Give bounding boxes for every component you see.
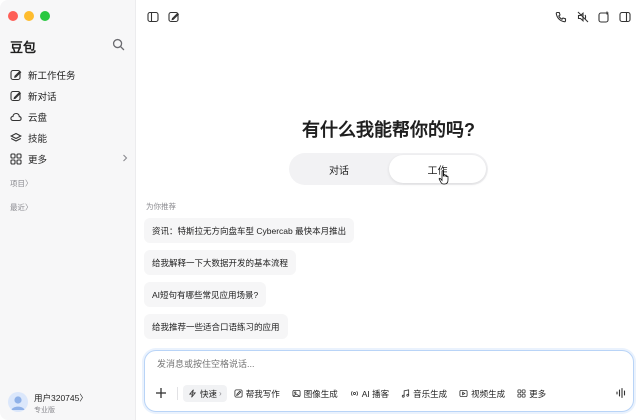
music-gen-tool-button[interactable]: 音乐生成 [396,385,452,402]
tool-label: 音乐生成 [413,388,448,399]
sidebar-nav: 新工作任务 新对话 云盘 技能 更多 [8,64,130,169]
recommendation-item[interactable]: 给我解释一下大数据开发的基本流程 [144,250,297,275]
user-profile[interactable]: 用户320745〉 专业版 [6,388,132,418]
grid-icon [517,389,526,398]
message-composer: 快速 › 帮我写作 图像生成 [144,350,634,412]
recent-section-toggle[interactable]: 最近〉 [10,202,33,213]
write-tool-button[interactable]: 帮我写作 [229,385,285,402]
podcast-icon [350,391,358,396]
sidebar-item-label: 更多 [28,154,48,166]
sidebar-item-label: 新工作任务 [28,70,76,82]
app-window: 豆包 新工作任务 新对话 云盘 技能 更多 项目〉 最近〉 用户320745〉 … [0,0,640,420]
mode-toggle: 对话 工作 [289,153,488,185]
tool-label: 图像生成 [303,388,338,399]
tool-label: 视频生成 [471,388,506,399]
tool-label: AI 播客 [361,388,390,399]
recommendation-item[interactable]: AI短句有哪些常见应用场景? [144,282,267,307]
image-icon [292,389,301,398]
sidebar-item-label: 新对话 [28,91,57,103]
sidebar-item-label: 技能 [28,133,48,145]
new-chat-icon [10,90,22,101]
image-gen-tool-button[interactable]: 图像生成 [287,385,343,402]
layers-icon [10,132,22,142]
recommendation-item[interactable]: 资讯：特斯拉无方向盘车型 Cybercab 最快本月推出 [144,218,355,243]
grid-icon [10,152,22,165]
bolt-icon [188,389,197,398]
new-window-icon[interactable] [598,11,610,23]
sidebar-item-cloud[interactable]: 云盘 [8,106,130,127]
phone-icon[interactable] [555,11,567,23]
write-icon [234,389,243,398]
tool-label: 更多 [529,388,547,399]
hand-cursor-icon [438,170,449,185]
chevron-right-icon [123,154,128,162]
recommendation-item[interactable]: 给我推荐一些适合口语练习的应用 [144,314,288,339]
sidebar-item-skills[interactable]: 技能 [8,127,130,148]
user-avatar-icon [11,396,25,410]
tab-chat[interactable]: 对话 [291,155,387,183]
tool-label: 快速 [200,388,218,399]
sidebar: 豆包 新工作任务 新对话 云盘 技能 更多 项目〉 最近〉 用户320745〉 … [0,0,136,420]
main-area: 有什么我能帮你的吗? 对话 工作 为你推荐 资讯：特斯拉无方向盘车型 Cyber… [137,0,640,420]
sidebar-toggle-icon[interactable] [147,11,159,23]
maximize-window-button[interactable] [40,11,50,21]
page-title: 有什么我能帮你的吗? [302,120,475,140]
edit-task-icon [10,69,22,80]
message-input[interactable] [157,359,557,369]
user-plan: 专业版 [34,407,55,414]
split-view-icon[interactable] [619,11,631,23]
new-chat-icon[interactable] [168,11,180,23]
avatar [8,392,28,412]
mute-icon[interactable] [577,11,589,23]
window-controls [8,11,50,21]
divider [177,387,178,400]
sidebar-item-more[interactable]: 更多 [8,148,130,169]
ai-podcast-tool-button[interactable]: AI 播客 [345,385,394,402]
user-name: 用户320745〉 [34,393,88,403]
cloud-icon [10,112,22,121]
more-tools-button[interactable]: 更多 [512,385,551,402]
recommend-label: 为你推荐 [146,202,176,211]
sidebar-item-new-chat[interactable]: 新对话 [8,85,130,106]
composer-tools: 快速 › 帮我写作 图像生成 AI 播客 音乐生成 视频生成 更多 [183,385,551,402]
minimize-window-button[interactable] [24,11,34,21]
close-window-button[interactable] [8,11,18,21]
sidebar-item-label: 云盘 [28,112,48,124]
video-gen-tool-button[interactable]: 视频生成 [454,385,510,402]
voice-input-icon[interactable] [615,387,627,399]
sidebar-item-new-task[interactable]: 新工作任务 [8,64,130,85]
search-icon[interactable] [112,38,125,51]
tool-label: 帮我写作 [245,388,280,399]
app-brand: 豆包 [10,40,37,55]
video-icon [459,389,468,398]
chevron-right-icon: › [219,389,222,398]
quick-mode-button[interactable]: 快速 › [183,385,227,402]
plus-icon[interactable] [155,387,167,399]
music-icon [401,389,410,398]
projects-section-toggle[interactable]: 项目〉 [10,178,33,189]
